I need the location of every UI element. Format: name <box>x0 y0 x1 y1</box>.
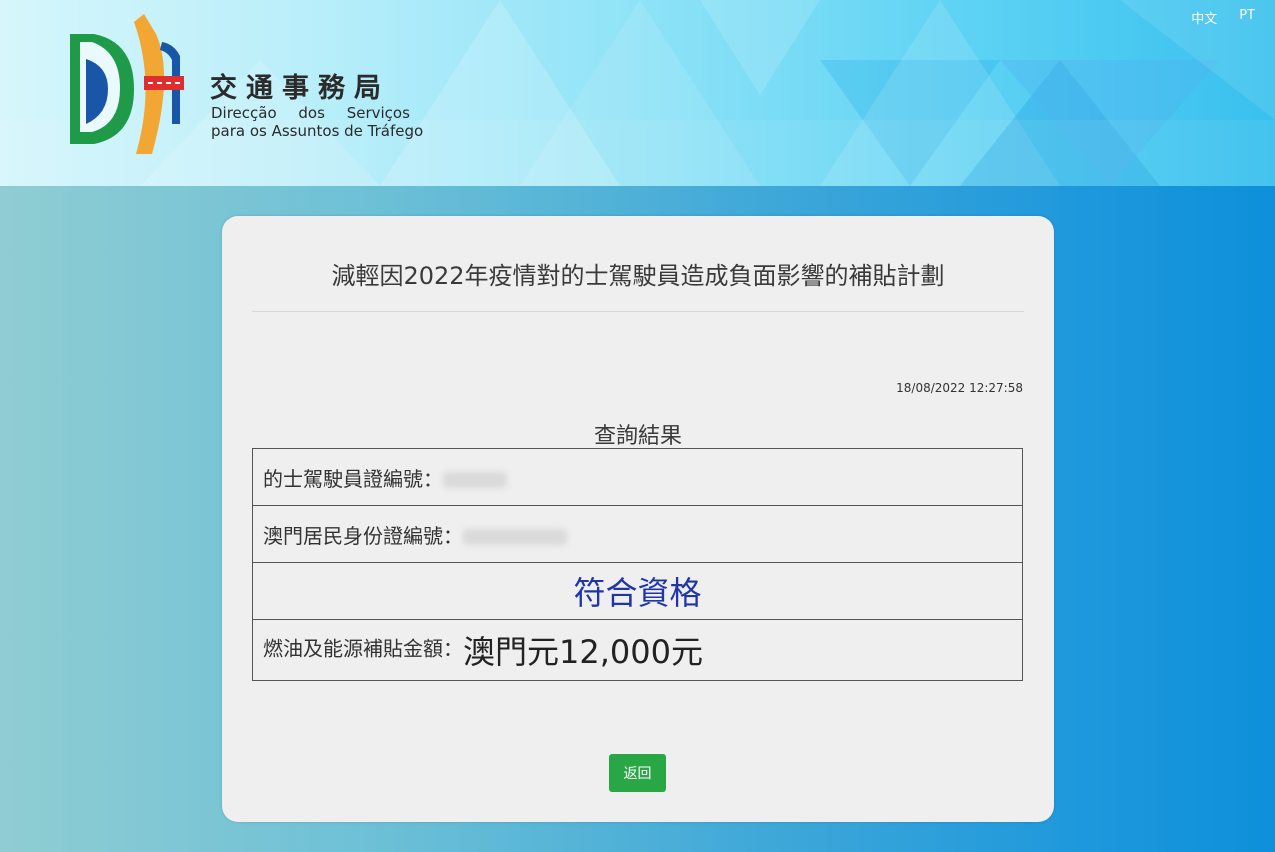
language-switcher: 中文 PT <box>1191 8 1255 27</box>
result-table: 的士駕駛員證編號： 澳門居民身份證編號： 符合資格 燃油及能源補貼金額：澳門元1… <box>252 448 1023 681</box>
driver-cert-value-redacted <box>443 472 507 488</box>
table-row: 符合資格 <box>252 562 1023 620</box>
page-title: 減輕因2022年疫情對的士駕駛員造成負面影響的補貼計劃 <box>331 262 945 290</box>
back-button[interactable]: 返回 <box>609 754 666 792</box>
logo-pt-line1: Direcção dos Serviços <box>211 104 410 122</box>
result-card: 減輕因2022年疫情對的士駕駛員造成負面影響的補貼計劃 18/08/2022 1… <box>222 216 1054 822</box>
driver-cert-cell: 的士駕駛員證編號： <box>252 448 1023 506</box>
driver-cert-label: 的士駕駛員證編號： <box>263 466 443 491</box>
query-timestamp: 18/08/2022 12:27:58 <box>896 381 1023 395</box>
lang-pt-link[interactable]: PT <box>1239 8 1255 27</box>
lang-zh-link[interactable]: 中文 <box>1191 8 1217 27</box>
result-heading: 查詢結果 <box>593 424 682 449</box>
title-divider <box>252 311 1024 312</box>
id-card-label: 澳門居民身份證編號： <box>263 523 463 548</box>
eligibility-status: 符合資格 <box>252 562 1023 620</box>
logo-pt-line2: para os Assuntos de Tráfego <box>211 122 424 140</box>
header-pattern <box>0 0 1275 186</box>
logo-title-cn: 交通事務局 <box>210 73 390 104</box>
logo-title-pt: Direcção dos Serviços para os Assuntos d… <box>211 104 423 140</box>
id-card-cell: 澳門居民身份證編號： <box>252 505 1023 563</box>
id-card-value-redacted <box>463 529 567 545</box>
subsidy-amount: 澳門元12,000元 <box>463 633 703 671</box>
header-banner: 中文 PT 交通事務局 Direcção dos Serviços para o… <box>0 0 1275 186</box>
table-row: 的士駕駛員證編號： <box>252 448 1023 506</box>
subsidy-label: 燃油及能源補貼金額： <box>263 636 463 661</box>
table-row: 澳門居民身份證編號： <box>252 505 1023 563</box>
dsat-logo-icon <box>70 14 184 154</box>
subsidy-cell: 燃油及能源補貼金額：澳門元12,000元 <box>252 619 1023 681</box>
table-row: 燃油及能源補貼金額：澳門元12,000元 <box>252 619 1023 681</box>
